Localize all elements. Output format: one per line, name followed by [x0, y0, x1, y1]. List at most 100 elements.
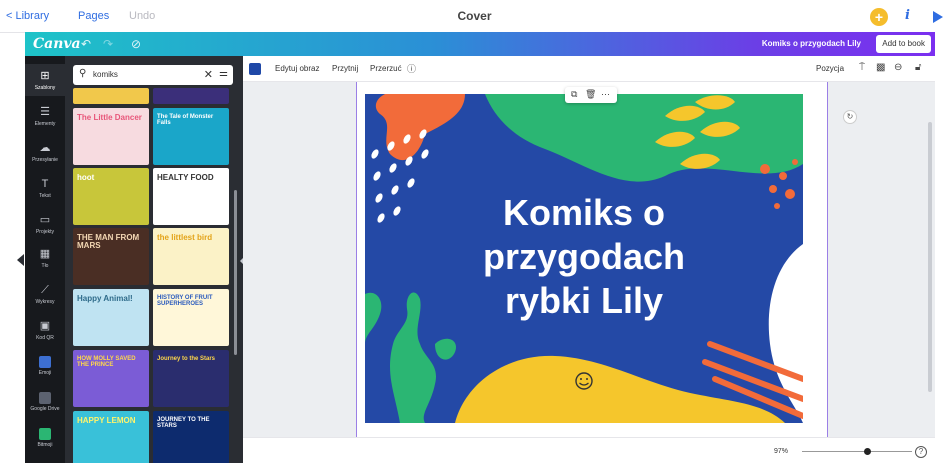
- template-thumbnail-title: HAPPY LEMON: [77, 416, 136, 425]
- play-icon[interactable]: [933, 11, 943, 23]
- rotate-icon[interactable]: ↻: [843, 110, 857, 124]
- edit-image-button[interactable]: Edytuj obraz: [275, 64, 319, 73]
- position-button[interactable]: Pozycja: [816, 64, 844, 73]
- template-thumbnail-title: The Tale of Monster Falls: [157, 114, 214, 127]
- rail-item-templates[interactable]: ⊞ Szablony: [25, 64, 65, 96]
- element-toolbar: ⧉ 🗑︎ ⋯: [565, 87, 617, 103]
- duplicate-icon[interactable]: ⧉: [571, 89, 577, 100]
- rail-item-elements[interactable]: ☰ Elementy: [25, 100, 65, 132]
- template-thumbnail-title: HISTORY OF FRUIT SUPERHEROES: [157, 295, 213, 308]
- cloud-saved-icon[interactable]: ⊘: [131, 37, 141, 51]
- search-icon: ⚲: [79, 68, 87, 79]
- template-thumbnail-title: HEALTY FOOD: [157, 173, 214, 182]
- template-thumbnail[interactable]: The Little Dancer: [73, 108, 149, 165]
- left-rail: ⊞ Szablony ☰ Elementy ☁ Przesyłanie T Tekst ▭ Pro…: [25, 56, 65, 463]
- document-title[interactable]: Komiks o przygodach Lily: [762, 39, 861, 48]
- canvas-workspace: Komiks o przygodach rybki Lily ⧉ 🗑︎ ⋯ ↻: [243, 82, 935, 437]
- delete-icon[interactable]: 🗑︎: [585, 89, 596, 100]
- template-thumbnail[interactable]: [153, 88, 229, 104]
- help-icon[interactable]: ?: [915, 446, 927, 458]
- lock-icon[interactable]: 🔓︎: [915, 62, 921, 73]
- crop-button[interactable]: Przytnij: [332, 64, 358, 73]
- template-thumbnail-title: Happy Animal!: [77, 294, 133, 303]
- template-thumbnail[interactable]: the littlest bird: [153, 228, 229, 285]
- rail-item-uploads[interactable]: ☁ Przesyłanie: [25, 136, 65, 168]
- rail-item-google-drive[interactable]: Google Drive: [25, 386, 65, 418]
- panel-scrollbar[interactable]: [234, 190, 237, 355]
- canva-logo[interactable]: Canva: [33, 36, 81, 52]
- workspace-scrollbar[interactable]: [928, 122, 932, 392]
- search-value[interactable]: komiks: [93, 70, 118, 79]
- rail-item-qr-code[interactable]: ▣ Kod QR: [25, 314, 65, 346]
- right-edge-strip: [935, 32, 949, 463]
- rail-item-label: Kod QR: [36, 335, 54, 341]
- design-title-line1: Komiks o: [503, 192, 665, 233]
- rail-item-bitmoji[interactable]: Bitmoji: [25, 422, 65, 454]
- template-thumbnail[interactable]: JOURNEY TO THE STARS: [153, 411, 229, 463]
- template-thumbnail[interactable]: HISTORY OF FRUIT SUPERHEROES: [153, 289, 229, 346]
- info-circle-icon[interactable]: ⓘ: [407, 62, 416, 75]
- add-to-book-button[interactable]: Add to book: [876, 35, 931, 53]
- library-link[interactable]: < Library: [6, 10, 49, 22]
- rail-item-label: Elementy: [34, 121, 56, 127]
- zoom-level[interactable]: 97%: [774, 448, 788, 455]
- design-page[interactable]: Komiks o przygodach rybki Lily: [365, 94, 803, 423]
- filter-icon[interactable]: ⚌: [219, 68, 228, 79]
- design-title-line3: rybki Lily: [505, 280, 663, 321]
- rail-item-charts[interactable]: ⟋ Wykresy: [25, 278, 65, 310]
- info-icon[interactable]: i: [905, 8, 910, 23]
- bitmoji-icon: [39, 428, 51, 440]
- add-plus-icon[interactable]: +: [870, 8, 888, 26]
- rail-item-label: Tekst: [39, 193, 51, 199]
- uploads-icon: ☁: [39, 142, 51, 154]
- editor-toolbar: Edytuj obraz Przytnij Przerzuć ⓘ Pozycja…: [243, 56, 935, 82]
- rail-item-background[interactable]: ▦ Tło: [25, 242, 65, 274]
- color-swatch[interactable]: [249, 63, 261, 75]
- undo-icon[interactable]: ↶: [81, 37, 91, 51]
- template-thumbnail-title: hoot: [77, 173, 95, 182]
- undo-link[interactable]: Undo: [129, 10, 155, 22]
- rail-item-label: Wykresy: [35, 299, 55, 305]
- rail-item-label: Google Drive: [30, 406, 60, 412]
- transparency-icon[interactable]: ▩: [876, 62, 885, 73]
- template-thumbnail[interactable]: [73, 88, 149, 104]
- zoom-slider[interactable]: [802, 451, 912, 452]
- rail-item-label: Szablony: [34, 85, 56, 91]
- template-thumbnail[interactable]: Journey to the Stars: [153, 350, 229, 407]
- template-thumbnail[interactable]: hoot: [73, 168, 149, 225]
- rail-item-projects[interactable]: ▭ Projekty: [25, 208, 65, 240]
- rail-item-label: Tło: [41, 263, 49, 269]
- expand-arrow-icon[interactable]: [17, 254, 24, 266]
- link-icon[interactable]: ⊖: [894, 62, 902, 73]
- rail-item-emoji-app[interactable]: Emoji: [25, 350, 65, 382]
- canva-header: Canva ↶ ↷ ⊘ Komiks o przygodach Lily Add…: [25, 32, 935, 56]
- template-thumbnail[interactable]: The Tale of Monster Falls: [153, 108, 229, 165]
- clear-search-icon[interactable]: ✕: [204, 68, 213, 81]
- templates-panel: ⚲ komiks ✕ ⚌ The Little Dancer The Tale o…: [65, 56, 243, 463]
- rail-item-label: Bitmoji: [37, 442, 53, 448]
- flip-button[interactable]: Przerzuć: [370, 64, 402, 73]
- rail-item-label: Emoji: [38, 370, 52, 376]
- more-options-icon[interactable]: ⋯: [601, 89, 610, 100]
- rail-item-label: Projekty: [35, 229, 55, 235]
- pages-link[interactable]: Pages: [78, 10, 109, 22]
- template-thumbnail[interactable]: THE MAN FROM MARS: [73, 228, 149, 285]
- template-thumbnail-title: THE MAN FROM MARS: [77, 233, 140, 251]
- book-creator-topbar: < Library Pages Undo Cover + i: [0, 0, 949, 33]
- zoom-slider-knob[interactable]: [864, 448, 871, 455]
- template-thumbnail[interactable]: HOW MOLLY SAVED THE PRINCE: [73, 350, 149, 407]
- template-thumbnail[interactable]: HEALTY FOOD: [153, 168, 229, 225]
- search-input[interactable]: ⚲ komiks ✕ ⚌: [73, 65, 233, 85]
- projects-icon: ▭: [39, 214, 51, 226]
- template-thumbnail-title: Journey to the Stars: [157, 356, 216, 362]
- elements-icon: ☰: [40, 106, 50, 118]
- template-thumbnail[interactable]: HAPPY LEMON: [73, 411, 149, 463]
- rail-item-text[interactable]: T Tekst: [25, 172, 65, 204]
- design-artwork: Komiks o przygodach rybki Lily: [365, 94, 803, 423]
- template-thumbnail[interactable]: Happy Animal!: [73, 289, 149, 346]
- paint-format-icon[interactable]: ⍑: [859, 62, 865, 73]
- redo-icon[interactable]: ↷: [103, 37, 113, 51]
- design-title-line2: przygodach: [483, 236, 685, 277]
- templates-icon: ⊞: [40, 70, 50, 82]
- background-icon: ▦: [39, 248, 51, 260]
